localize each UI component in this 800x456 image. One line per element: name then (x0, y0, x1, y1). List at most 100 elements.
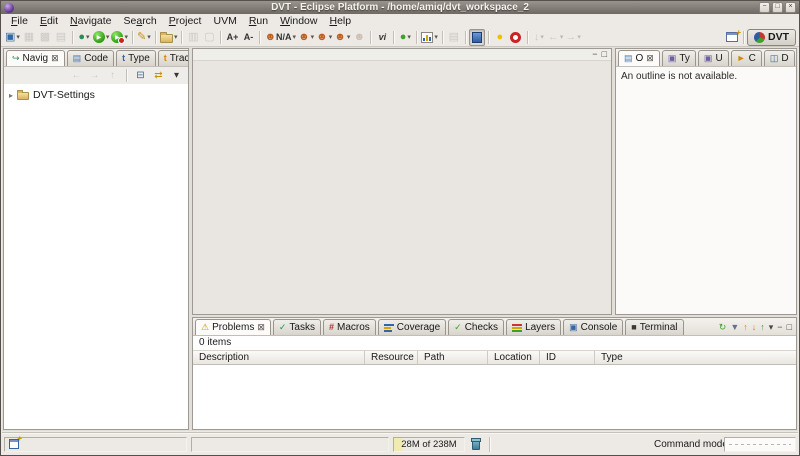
open-perspective-button[interactable] (724, 29, 740, 46)
next-item-icon[interactable]: ↓ (752, 323, 757, 332)
minimize-view-icon[interactable]: − (777, 323, 782, 332)
maximize-button[interactable]: □ (772, 2, 783, 13)
menu-edit[interactable]: Edit (34, 15, 64, 27)
fast-view-icon[interactable] (9, 439, 19, 449)
refresh-icon[interactable]: ↻ (719, 323, 727, 332)
tree-item-dvt-settings[interactable]: ▸ DVT-Settings (6, 88, 186, 102)
column-description[interactable]: Description (193, 351, 365, 364)
column-type[interactable]: Type (595, 351, 796, 364)
disabled-tool-button[interactable]: ▢ (201, 29, 217, 46)
chevron-down-icon[interactable]: ▾ (293, 33, 297, 41)
print-button[interactable]: ▤ (53, 29, 69, 46)
chevron-down-icon[interactable]: ▾ (407, 33, 411, 41)
tab-type[interactable]: tType (116, 50, 156, 66)
vi-mode-button[interactable]: vi (374, 29, 390, 46)
maximize-view-icon[interactable]: □ (787, 323, 792, 332)
debug-button[interactable]: ●▾ (76, 29, 92, 46)
chevron-down-icon[interactable]: ▾ (16, 33, 20, 41)
chevron-down-icon[interactable]: ▾ (577, 33, 581, 41)
tab-types[interactable]: ▣Ty (662, 50, 696, 66)
tab-macros[interactable]: #Macros (323, 319, 376, 335)
chevron-down-icon[interactable]: ▾ (347, 33, 351, 41)
help-support-button[interactable] (508, 29, 524, 46)
expander-icon[interactable]: ▸ (9, 91, 13, 100)
new-wizard-button[interactable]: ▣▾ (4, 29, 21, 46)
nav-back-button[interactable]: ← (69, 68, 84, 83)
menu-help[interactable]: Help (323, 15, 357, 27)
view-menu-icon[interactable]: ▾ (769, 323, 774, 332)
chevron-down-icon[interactable]: ▾ (311, 33, 315, 41)
font-increase-button[interactable]: A+ (224, 29, 240, 46)
compile-config-button[interactable]: ☻N/A▾ (263, 29, 297, 46)
heap-status[interactable]: 28M of 238M (393, 437, 465, 452)
tab-layers[interactable]: Layers (506, 319, 561, 335)
tab-terminal[interactable]: ■Terminal (625, 319, 683, 335)
tab-code[interactable]: ▤Code (67, 50, 114, 66)
people-tool-button[interactable]: ☻▾ (333, 29, 351, 46)
toggle-editor-area-button[interactable] (469, 29, 485, 46)
back-history-button[interactable]: ←▾ (547, 29, 565, 46)
nav-forward-button[interactable]: → (87, 68, 102, 83)
chevron-down-icon[interactable]: ▾ (540, 33, 544, 41)
dvt-perspective-button[interactable]: DVT (747, 29, 796, 46)
column-path[interactable]: Path (418, 351, 488, 364)
tab-navigator[interactable]: ↪Navig⊠ (6, 50, 65, 66)
minimize-button[interactable]: − (759, 2, 770, 13)
tab-checks[interactable]: ►C (731, 50, 762, 66)
chevron-down-icon[interactable]: ▾ (86, 33, 90, 41)
yellow-status-button[interactable]: ● (492, 29, 508, 46)
build-status-button[interactable]: ●▾ (397, 29, 413, 46)
run-button[interactable]: ▶▾ (92, 29, 111, 46)
column-id[interactable]: ID (540, 351, 595, 364)
column-location[interactable]: Location (488, 351, 540, 364)
chart-tool-button[interactable]: ▾ (420, 29, 439, 46)
app-icon[interactable] (4, 3, 14, 13)
menu-file[interactable]: File (5, 15, 34, 27)
close-tab-icon[interactable]: ⊠ (51, 53, 59, 64)
close-button[interactable]: × (785, 2, 796, 13)
view-menu-button[interactable]: ▾ (169, 68, 184, 83)
people-tool-button[interactable]: ☻▾ (297, 29, 315, 46)
highlight-button[interactable]: ✎▾ (136, 29, 152, 46)
chevron-down-icon[interactable]: ▾ (329, 33, 333, 41)
menu-run[interactable]: Run (243, 15, 274, 27)
save-all-button[interactable]: ▩ (37, 29, 53, 46)
menu-navigate[interactable]: Navigate (64, 15, 117, 27)
chevron-down-icon[interactable]: ▾ (174, 33, 178, 41)
menu-uvm[interactable]: UVM (207, 15, 242, 27)
chevron-down-icon[interactable]: ▾ (560, 33, 564, 41)
forward-history-button[interactable]: →▾ (564, 29, 582, 46)
nav-up-button[interactable]: ↑ (105, 68, 120, 83)
tab-trace[interactable]: tTrace (158, 50, 189, 66)
menu-project[interactable]: Project (163, 15, 208, 27)
tab-coverage[interactable]: Coverage (378, 319, 446, 335)
run-garbage-collector-button[interactable] (469, 437, 483, 452)
chevron-down-icon[interactable]: ▾ (147, 33, 151, 41)
collapse-all-button[interactable]: ⊟ (133, 68, 148, 83)
disabled-tool-button[interactable]: ▥ (185, 29, 201, 46)
run-coverage-button[interactable]: ▶▾ (110, 29, 129, 46)
command-mode-input[interactable] (724, 437, 796, 452)
column-resource[interactable]: Resource (365, 351, 418, 364)
tab-checks-bottom[interactable]: ✓Checks (448, 319, 504, 335)
save-button[interactable]: ▦ (21, 29, 37, 46)
last-edit-location-button[interactable]: ↓▾ (531, 29, 547, 46)
link-with-editor-button[interactable]: ⇄ (151, 68, 166, 83)
disabled-doc-button[interactable]: ▤ (446, 29, 462, 46)
menu-window[interactable]: Window (274, 15, 323, 27)
previous-item-icon[interactable]: ↑ (743, 323, 748, 332)
tab-outline[interactable]: ▤O⊠ (618, 50, 660, 66)
tab-tasks[interactable]: ✓Tasks (273, 319, 321, 335)
go-to-icon[interactable]: ↑ (760, 323, 765, 332)
close-tab-icon[interactable]: ⊠ (257, 322, 265, 333)
font-decrease-button[interactable]: A- (240, 29, 256, 46)
chevron-down-icon[interactable]: ▾ (106, 33, 110, 41)
maximize-view-icon[interactable]: □ (602, 50, 607, 59)
tab-console[interactable]: ▣Console (563, 319, 623, 335)
minimize-view-icon[interactable]: − (592, 50, 597, 59)
tab-problems[interactable]: ⚠Problems⊠ (195, 319, 271, 335)
close-tab-icon[interactable]: ⊠ (646, 53, 654, 64)
filter-icon[interactable]: ▼ (730, 323, 739, 332)
tab-diagrams[interactable]: ◫D (764, 50, 795, 66)
menu-search[interactable]: Search (118, 15, 163, 27)
